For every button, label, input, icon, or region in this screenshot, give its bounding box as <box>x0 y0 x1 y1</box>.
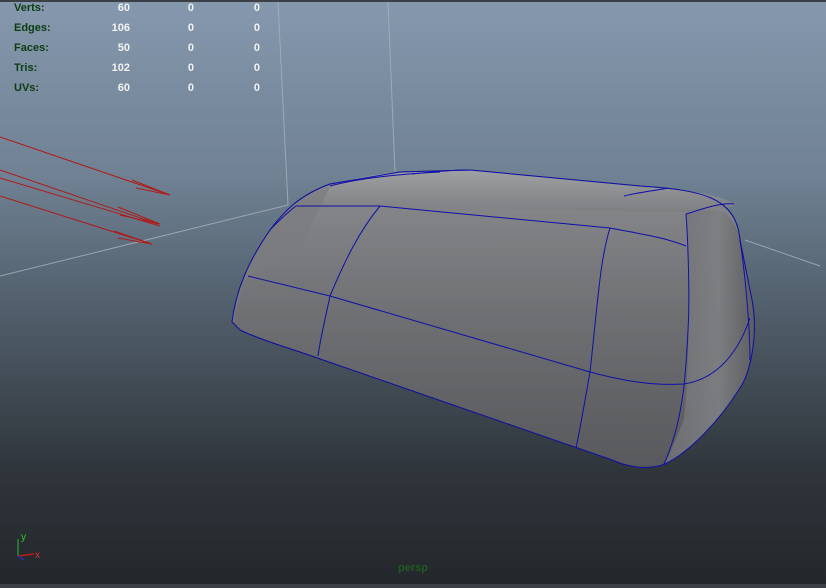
hud-value-component: 0 <box>253 82 260 94</box>
hud-row-label: Faces: <box>14 42 49 54</box>
hud-row-label: Verts: <box>14 2 45 14</box>
hud-value-selected: 0 <box>187 62 194 74</box>
hud-value-object: 50 <box>117 42 130 54</box>
hud-value-object: 102 <box>111 62 130 74</box>
hud-row-label: Tris: <box>14 62 38 74</box>
hud-value-component: 0 <box>253 42 260 54</box>
hud-value-object: 60 <box>117 82 130 94</box>
hud-value-selected: 0 <box>187 82 194 94</box>
hud-value-component: 0 <box>253 62 260 74</box>
hud-value-object: 106 <box>111 22 130 34</box>
poly-mesh-object[interactable] <box>231 169 755 468</box>
axis-x-label: x <box>35 550 40 561</box>
hud-row-label: Edges: <box>14 22 51 34</box>
hud-value-component: 0 <box>253 2 260 14</box>
hud-value-selected: 0 <box>187 2 194 14</box>
light-direction-arrows[interactable] <box>0 136 171 245</box>
camera-name-label: persp <box>398 562 428 574</box>
hud-value-selected: 0 <box>187 22 194 34</box>
hud-value-component: 0 <box>253 22 260 34</box>
hud-value-selected: 0 <box>187 42 194 54</box>
viewport-bottom-border <box>0 584 826 588</box>
hud-value-object: 60 <box>117 2 130 14</box>
axis-y-label: y <box>21 532 26 543</box>
3d-viewport[interactable]: Verts: 60 0 0 Edges: 106 0 0 Faces: 50 0 0 Tris: 102 0… <box>0 0 826 588</box>
view-axis-gizmo: y x <box>17 532 40 561</box>
hud-row-label: UVs: <box>14 82 40 94</box>
